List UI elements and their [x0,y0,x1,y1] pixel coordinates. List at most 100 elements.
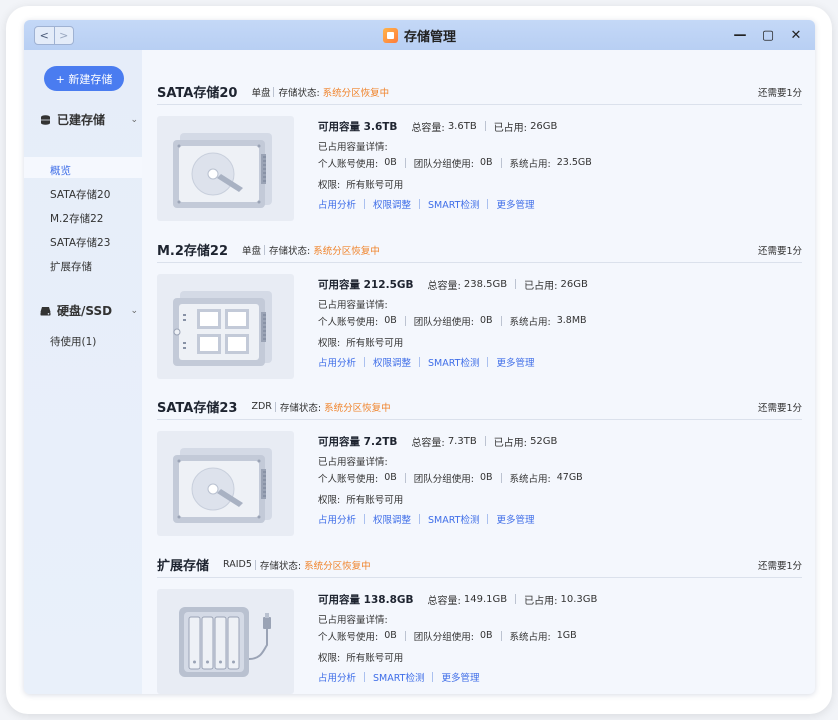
sidebar-active-highlight [24,157,142,178]
action-link[interactable]: 权限调整 [373,355,411,369]
separator [515,279,517,289]
personal-value: 0B [384,157,397,168]
action-link[interactable]: SMART检测 [428,197,479,211]
sidebar-item[interactable]: 概览 [50,163,71,178]
action-link[interactable]: 更多管理 [496,512,534,526]
details-heading: 已占用容量详情: [318,614,388,626]
separator [484,121,486,131]
capacity-line: 可用容量 212.5GB 总容量: 238.5GB 已占用: 26GB [318,277,798,292]
group-value: 0B [479,630,493,641]
permission-line: 权限: 所有账号可用 [318,492,798,506]
system-label: 系统占用: [509,473,551,485]
action-link[interactable]: 权限调整 [373,512,411,526]
permission-line: 权限: 所有账号可用 [318,335,798,349]
remaining-time: 还需要1分 [757,560,802,572]
storage-type: 单盘 [251,87,271,99]
system-label: 系统占用: [509,631,551,643]
sidebar-item[interactable]: 扩展存储 [50,259,92,274]
group-label: 团队分组使用: [413,158,474,170]
personal-value: 0B [384,472,397,483]
nav-buttons: < > [34,26,74,45]
group-label: 团队分组使用: [413,631,474,643]
separator [500,472,502,483]
permission-value: 所有账号可用 [346,179,404,191]
close-button[interactable]: ✕ [789,28,803,43]
group-label: 团队分组使用: [413,316,474,328]
storage-header: M.2存储22 单盘 存储状态: 系统分区恢复中 还需要1分 [157,237,802,263]
personal-label: 个人账号使用: [318,316,379,328]
capacity-line: 可用容量 7.2TB 总容量: 7.3TB 已占用: 52GB [318,434,798,449]
usage-line: 个人账号使用: 0B 团队分组使用: 0B 系统占用: 23.5GB [318,156,798,170]
permission-label: 权限: [318,652,341,664]
personal-label: 个人账号使用: [318,473,379,485]
permission-line: 权限: 所有账号可用 [318,177,798,191]
used-label: 已占用: [524,595,558,607]
sidebar-item[interactable]: 待使用(1) [50,334,96,349]
group-value: 0B [479,315,493,326]
separator [487,199,489,209]
status-value: 系统分区恢复中 [322,87,390,99]
minimize-button[interactable]: — [733,28,747,43]
storage-header: 扩展存储 RAID5 存储状态: 系统分区恢复中 还需要1分 [157,552,802,578]
status-value: 系统分区恢复中 [304,560,371,572]
total-label: 总容量: [411,437,445,449]
separator [404,315,406,326]
available-label: 可用容量 [318,593,360,606]
database-icon [41,114,50,125]
separator [273,86,275,97]
sidebar-section-built[interactable]: 已建存储 ⌄ [40,111,138,128]
action-link[interactable]: 更多管理 [441,670,479,684]
sidebar-item[interactable]: M.2存储22 [50,211,103,226]
action-link[interactable]: 更多管理 [496,197,534,211]
available-label: 可用容量 [318,120,360,133]
details-heading: 已占用容量详情: [318,456,388,468]
action-link[interactable]: SMART检测 [428,355,479,369]
available-value: 3.6TB [363,120,398,133]
forward-button[interactable]: > [53,27,74,44]
back-button[interactable]: < [35,27,54,44]
remaining-time: 还需要1分 [757,87,802,99]
window-title: 存储管理 [24,20,815,50]
total-value: 238.5GB [463,278,508,290]
storage-app-icon [382,27,398,43]
storage-card: 可用容量 7.2TB 总容量: 7.3TB 已占用: 52GB 已占用容量详情: 个人账号使… [157,420,802,540]
system-value: 23.5GB [556,157,592,168]
action-link[interactable]: 占用分析 [318,512,356,526]
personal-value: 0B [384,630,397,641]
action-link[interactable]: 占用分析 [318,670,356,684]
system-label: 系统占用: [509,316,551,328]
maximize-button[interactable]: ▢ [761,28,775,43]
action-link[interactable]: SMART检测 [428,512,479,526]
permission-value: 所有账号可用 [346,337,404,349]
separator [364,514,366,524]
action-links: 占用分析 SMART检测 更多管理 [318,670,798,684]
sidebar-item[interactable]: SATA存储23 [50,235,110,250]
action-links: 占用分析 权限调整 SMART检测 更多管理 [318,197,798,211]
remaining-time: 还需要1分 [757,245,802,257]
used-label: 已占用: [524,280,558,292]
capacity-line: 可用容量 138.8GB 总容量: 149.1GB 已占用: 10.3GB [318,592,798,607]
separator [254,559,256,570]
new-storage-button[interactable]: + 新建存储 [44,66,124,91]
external-storage-icon [157,589,294,694]
action-link[interactable]: 占用分析 [318,355,356,369]
personal-value: 0B [384,315,397,326]
action-link[interactable]: SMART检测 [373,670,424,684]
system-label: 系统占用: [509,158,551,170]
storage-info: 可用容量 3.6TB 总容量: 3.6TB 已占用: 26GB 已占用容量详情: 个人账号使… [318,119,798,212]
status-value: 系统分区恢复中 [324,402,391,414]
separator [274,401,276,412]
total-label: 总容量: [427,280,461,292]
action-link[interactable]: 占用分析 [318,197,356,211]
sidebar: + 新建存储 已建存储 ⌄ 概览 SATA存储20 M.2存储22 SATA存储23 扩… [24,50,142,694]
used-value: 52GB [530,435,558,447]
sidebar-section-disk[interactable]: 硬盘/SSD ⌄ [40,302,138,319]
used-value: 26GB [560,278,588,290]
separator [487,357,489,367]
sidebar-item[interactable]: SATA存储20 [50,187,110,202]
action-link[interactable]: 更多管理 [496,355,534,369]
status-value: 系统分区恢复中 [313,245,380,257]
capacity-line: 可用容量 3.6TB 总容量: 3.6TB 已占用: 26GB [318,119,798,134]
available-capacity: 可用容量 7.2TB [318,434,397,449]
action-link[interactable]: 权限调整 [373,197,411,211]
